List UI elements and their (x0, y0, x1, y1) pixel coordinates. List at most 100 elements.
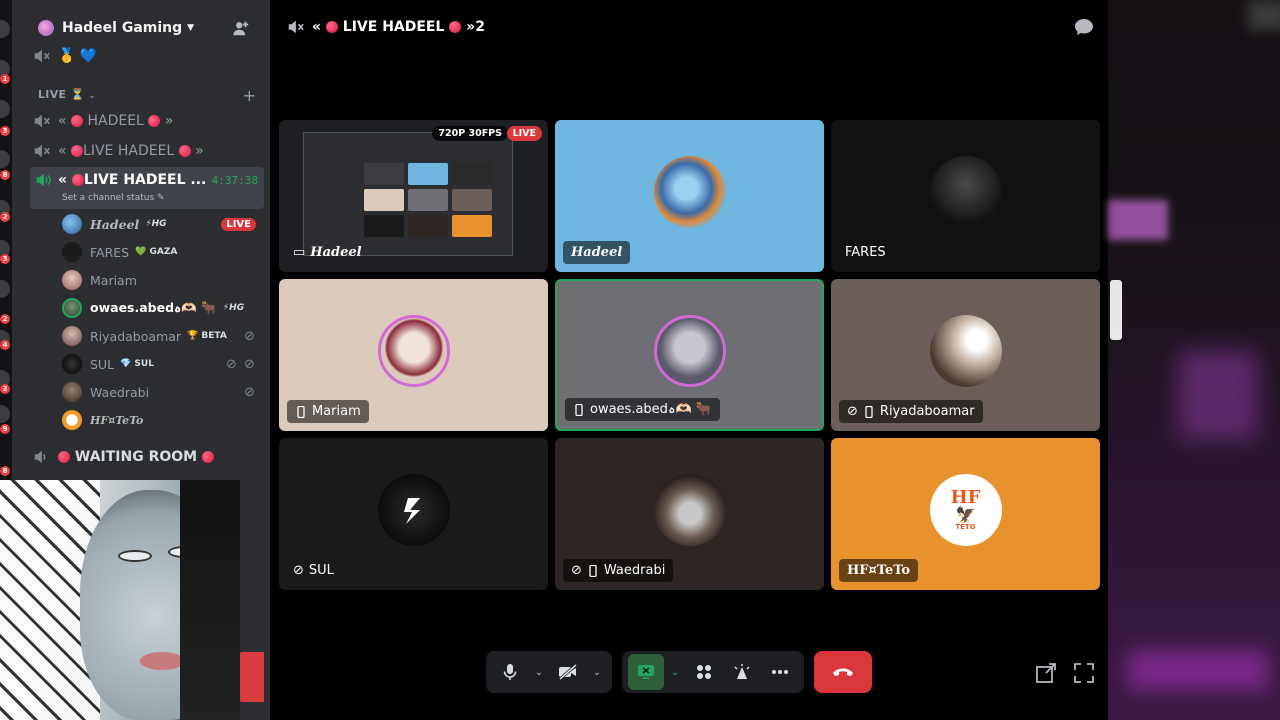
activities-button[interactable] (686, 654, 722, 690)
mobile-icon (297, 405, 305, 418)
popout-icon[interactable] (1035, 662, 1057, 684)
red-circle-icon (148, 115, 161, 127)
chevron-down-icon[interactable]: ⌄ (530, 654, 548, 690)
deafened-icon: ⊘ (244, 329, 255, 344)
user-tile-hfteto[interactable]: HF 🦅 TETO HF¤TeTo (831, 438, 1100, 590)
avatar (62, 410, 82, 430)
chevron-down-icon[interactable]: ⌄ (666, 654, 684, 690)
microphone-button[interactable] (492, 654, 528, 690)
chevron-down-icon: ⌄ (88, 91, 96, 100)
voice-user[interactable]: SUL 💎 SUL (62, 351, 154, 377)
fullscreen-icon[interactable] (1073, 662, 1095, 684)
voice-call-area: « LIVE HADEEL »2 720P 30FPS LIVE ▭ Hadee… (270, 0, 1108, 708)
voice-user[interactable]: FARES 💚 GAZA (62, 239, 177, 265)
screen-share-button[interactable] (628, 654, 664, 690)
user-tile-waedrabi[interactable]: ⊘ Waedrabi (555, 438, 824, 590)
avatar: HF 🦅 TETO (929, 474, 1002, 546)
voice-channel-top[interactable]: 🥇 💙 (32, 42, 97, 70)
user-name: Mariam (90, 272, 137, 288)
active-voice-channel[interactable]: « LIVE HADEEL ... 4:37:38 Set a channel … (30, 167, 264, 209)
call-controls: ⌄ ⌄ ⌄ (486, 651, 872, 693)
voice-user[interactable]: Mariam (62, 267, 137, 293)
user-tile-sul[interactable]: ⊘ SUL (279, 438, 548, 590)
avatar (377, 474, 450, 546)
server-list[interactable]: 1 3 8 2 3 2 4 2 9 8 (0, 0, 12, 480)
camera-button[interactable] (550, 654, 586, 690)
stream-tile-hadeel[interactable]: 720P 30FPS LIVE ▭ Hadeel (279, 120, 548, 272)
mic-muted-icon: ⊘ (847, 404, 858, 419)
soundboard-button[interactable] (724, 654, 760, 690)
background-blur (1108, 0, 1280, 720)
server-avatar (38, 20, 54, 36)
activity-controls: ⌄ (622, 651, 804, 693)
speaker-muted-icon (288, 20, 304, 34)
notification-badge: 3 (0, 126, 10, 136)
screen-window (303, 132, 513, 256)
disconnect-button[interactable] (814, 651, 872, 693)
user-tile-mariam[interactable]: Mariam (279, 279, 548, 431)
soundboard-icon (734, 664, 750, 679)
user-tile-owaes[interactable]: owaes.abedہ🫶🏻 🐂 (555, 279, 824, 431)
add-channel-icon[interactable]: + (243, 86, 256, 105)
notification-badge: 3 (0, 254, 10, 264)
chevron-down-icon[interactable]: ⌄ (588, 654, 606, 690)
notification-badge: 1 (0, 74, 10, 84)
red-circle-icon (71, 145, 84, 157)
red-circle-icon (178, 145, 191, 157)
notification-badge: 8 (0, 170, 10, 180)
user-name: SUL (90, 356, 115, 372)
avatar (62, 214, 82, 234)
avatar (653, 156, 726, 228)
voice-channel-waiting-room[interactable]: WAITING ROOM (32, 443, 214, 471)
user-name: HF¤TeTo (90, 413, 144, 427)
tile-name-label: Hadeel (563, 241, 631, 264)
red-circle-icon (201, 451, 214, 463)
live-badge: LIVE (506, 126, 542, 141)
voice-user[interactable]: HF¤TeTo (62, 407, 143, 433)
mic-muted-icon: ⊘ (244, 385, 255, 400)
voice-user[interactable]: Riyadaboamar 🏆 BETA (62, 323, 227, 349)
voice-channel-live-hadeel[interactable]: « LIVE HADEEL » (32, 137, 204, 165)
voice-user[interactable]: Waedrabi (62, 379, 149, 405)
server-icon[interactable] (0, 280, 10, 298)
category-live[interactable]: LIVE ⏳ ⌄ (38, 88, 96, 101)
chat-bubble-icon[interactable] (1074, 18, 1094, 36)
user-panel-settings[interactable] (240, 652, 264, 702)
more-icon (772, 670, 788, 674)
voice-user[interactable]: Hadeel ⚡HG (62, 211, 167, 237)
user-tile-hadeel[interactable]: Hadeel (555, 120, 824, 272)
voice-user[interactable]: owaes.abedہ🫶🏻 🐂 ⚡HG (62, 295, 244, 321)
lips (140, 652, 184, 670)
user-tag: ⚡HG (222, 303, 245, 313)
add-user-icon[interactable] (232, 19, 250, 37)
user-tile-fares[interactable]: FARES (831, 120, 1100, 272)
notification-badge: 2 (0, 314, 10, 324)
voice-channel-hadeel[interactable]: « HADEEL » (32, 107, 173, 135)
server-icon[interactable] (0, 405, 10, 423)
server-icon[interactable] (0, 20, 10, 38)
notification-badge: 4 (0, 340, 10, 350)
speaker-icon (36, 173, 51, 187)
pencil-icon: ✎ (157, 193, 165, 203)
avatar (62, 354, 82, 374)
user-tile-riyadaboamar[interactable]: ⊘ Riyadaboamar (831, 279, 1100, 431)
mic-control: ⌄ ⌄ (486, 651, 612, 693)
server-icon[interactable] (0, 100, 10, 118)
server-icon[interactable] (0, 150, 10, 168)
chevron-down-icon: ▼ (187, 23, 195, 33)
user-name: Riyadaboamar (90, 328, 182, 344)
call-timer: 4:37:38 (211, 174, 258, 187)
red-circle-icon (71, 115, 84, 127)
channel-status-input[interactable]: Set a channel status ✎ (62, 193, 165, 203)
red-circle-icon (325, 21, 338, 33)
tile-name-label: Mariam (287, 400, 369, 423)
user-name: Waedrabi (90, 384, 150, 400)
eye (118, 550, 152, 562)
tile-name-label: FARES (845, 245, 886, 260)
server-name: Hadeel Gaming (62, 20, 183, 36)
avatar (62, 298, 82, 318)
more-options-button[interactable] (762, 654, 798, 690)
tile-name-label: ⊘ Riyadaboamar (839, 400, 983, 423)
mobile-icon (589, 564, 597, 577)
mic-muted-icon: ⊘ (293, 563, 304, 578)
